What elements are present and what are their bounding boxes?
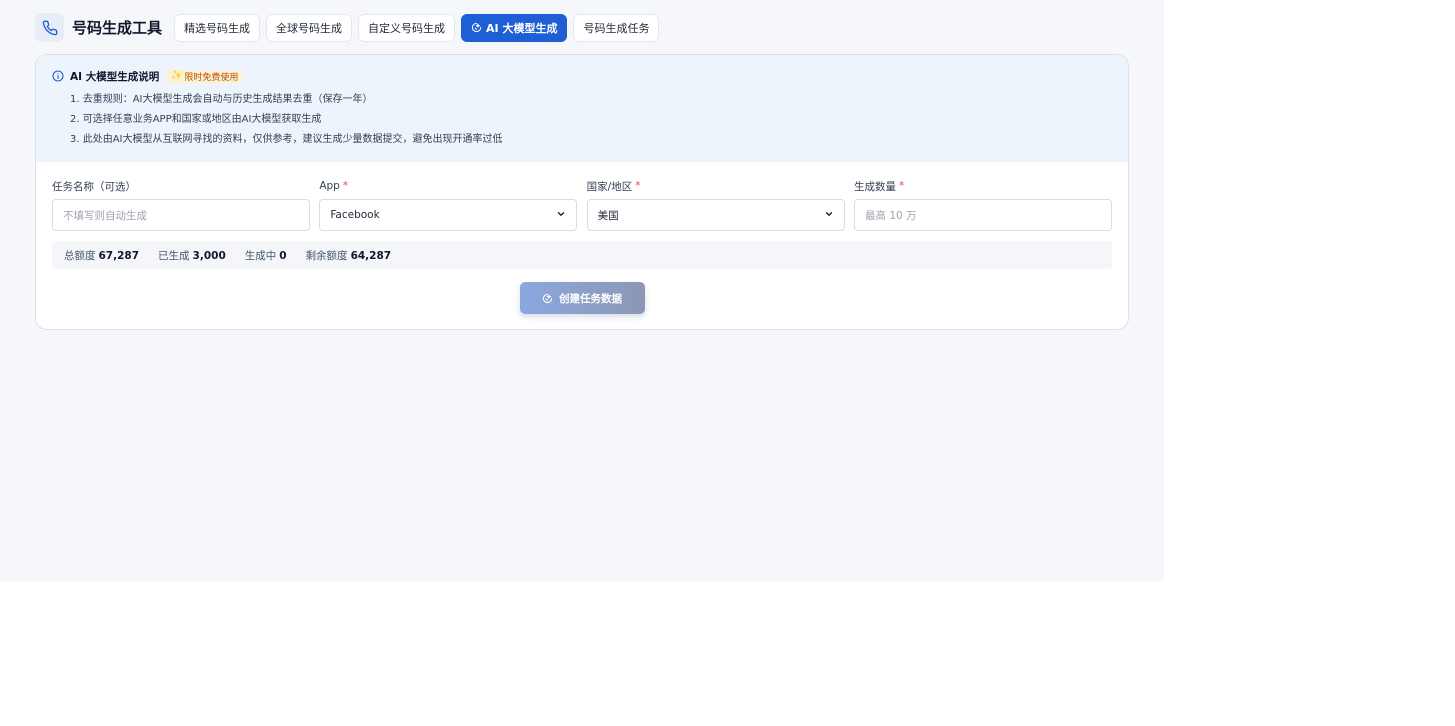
ai-spark-icon [542, 293, 553, 304]
label-text: 国家/地区 [586, 180, 633, 193]
tab-label: AI 大模型生成 [486, 21, 558, 35]
tab-featured-generation[interactable]: 精选号码生成 [174, 13, 261, 42]
quota-generated: 已生成 3,000 [158, 248, 226, 263]
tab-label: 全球号码生成 [276, 21, 343, 35]
rules-list: 1. 去重规则：AI大模型生成会自动与历史生成结果去重（保存一年） 2. 可选择… [52, 90, 1112, 150]
label-text: App [319, 180, 340, 192]
app-label: App * [319, 179, 577, 193]
app-selected-value: Facebook [330, 209, 380, 221]
quota-label: 已生成 [158, 249, 190, 262]
notice-header: AI 大模型生成说明 ✨ 限时免费使用 [52, 69, 1112, 83]
quota-total: 总额度 67,287 [64, 248, 139, 263]
label-text: 生成数量 [853, 180, 896, 193]
task-name-placeholder: 不填写则自动生成 [63, 209, 147, 222]
quantity-input[interactable]: 最高 10 万 [853, 199, 1112, 231]
create-task-button[interactable]: 创建任务数据 [519, 282, 645, 314]
rule-item: 3. 此处由AI大模型从互联网寻找的资料，仅供参考，建议生成少量数据提交，避免出… [70, 134, 503, 145]
generation-form: 任务名称（可选） 不填写则自动生成 App * Facebook 国家/地区 *… [36, 179, 1128, 314]
badge-label: 限时免费使用 [184, 72, 239, 83]
rule-item: 2. 可选择任意业务APP和国家或地区由AI大模型获取生成 [70, 114, 322, 125]
quantity-placeholder: 最高 10 万 [864, 209, 917, 222]
tab-custom-generation[interactable]: 自定义号码生成 [358, 13, 456, 42]
quota-summary: 总额度 67,287 已生成 3,000 生成中 0 剩余额度 64,287 [52, 241, 1112, 269]
ai-generation-card: AI 大模型生成说明 ✨ 限时免费使用 1. 去重规则：AI大模型生成会自动与历… [35, 54, 1129, 330]
quota-value: 64,287 [350, 249, 392, 262]
quota-value: 67,287 [98, 249, 140, 262]
rule-item: 1. 去重规则：AI大模型生成会自动与历史生成结果去重（保存一年） [70, 94, 373, 105]
country-field: 国家/地区 * 美国 [586, 179, 845, 231]
quota-label: 剩余额度 [305, 249, 348, 262]
create-task-label: 创建任务数据 [559, 292, 622, 305]
phone-icon [35, 13, 64, 42]
app-root: 号码生成工具 精选号码生成 全球号码生成 自定义号码生成 AI 大模型生成 号码… [0, 0, 1164, 581]
top-bar: 号码生成工具 精选号码生成 全球号码生成 自定义号码生成 AI 大模型生成 号码… [35, 13, 665, 42]
quota-value: 0 [279, 249, 287, 262]
notice-panel: AI 大模型生成说明 ✨ 限时免费使用 1. 去重规则：AI大模型生成会自动与历… [36, 55, 1128, 162]
quantity-label: 生成数量 * [854, 179, 1112, 193]
tab-label: 自定义号码生成 [368, 21, 446, 35]
country-select[interactable]: 美国 [586, 199, 845, 231]
country-label: 国家/地区 * [587, 179, 845, 193]
free-badge: ✨ 限时免费使用 [167, 69, 243, 83]
tab-ai-generation[interactable]: AI 大模型生成 [461, 13, 568, 42]
tab-label: 精选号码生成 [184, 21, 251, 35]
task-name-input[interactable]: 不填写则自动生成 [52, 199, 310, 231]
app-field: App * Facebook [319, 179, 578, 231]
ai-spark-icon [471, 22, 482, 33]
tab-bar: 精选号码生成 全球号码生成 自定义号码生成 AI 大模型生成 号码生成任务 [174, 13, 665, 42]
quantity-field: 生成数量 * 最高 10 万 [853, 179, 1112, 231]
required-mark: * [342, 180, 349, 192]
tab-global-generation[interactable]: 全球号码生成 [266, 13, 353, 42]
sparkle-icon: ✨ [171, 71, 183, 81]
quota-generating: 生成中 0 [245, 248, 287, 263]
app-title: 号码生成工具 [72, 19, 163, 37]
app-select[interactable]: Facebook [319, 199, 578, 231]
notice-title: AI 大模型生成说明 [70, 70, 160, 83]
tab-generation-tasks[interactable]: 号码生成任务 [573, 13, 660, 42]
tab-label: 号码生成任务 [583, 21, 650, 35]
country-selected-value: 美国 [597, 209, 619, 222]
quota-remaining: 剩余额度 64,287 [306, 248, 392, 263]
quota-label: 总额度 [64, 249, 96, 262]
task-name-field: 任务名称（可选） 不填写则自动生成 [52, 179, 310, 231]
required-mark: * [635, 180, 641, 192]
chevron-down-icon [556, 209, 566, 222]
label-text: 任务名称（可选） [52, 180, 136, 193]
task-name-label: 任务名称（可选） [52, 179, 310, 193]
required-mark: * [898, 180, 905, 192]
chevron-down-icon [824, 209, 834, 222]
quota-label: 生成中 [244, 249, 277, 262]
form-actions: 创建任务数据 [52, 282, 1112, 314]
info-icon [52, 67, 64, 86]
form-fields: 任务名称（可选） 不填写则自动生成 App * Facebook 国家/地区 *… [52, 179, 1112, 231]
quota-value: 3,000 [192, 249, 226, 262]
